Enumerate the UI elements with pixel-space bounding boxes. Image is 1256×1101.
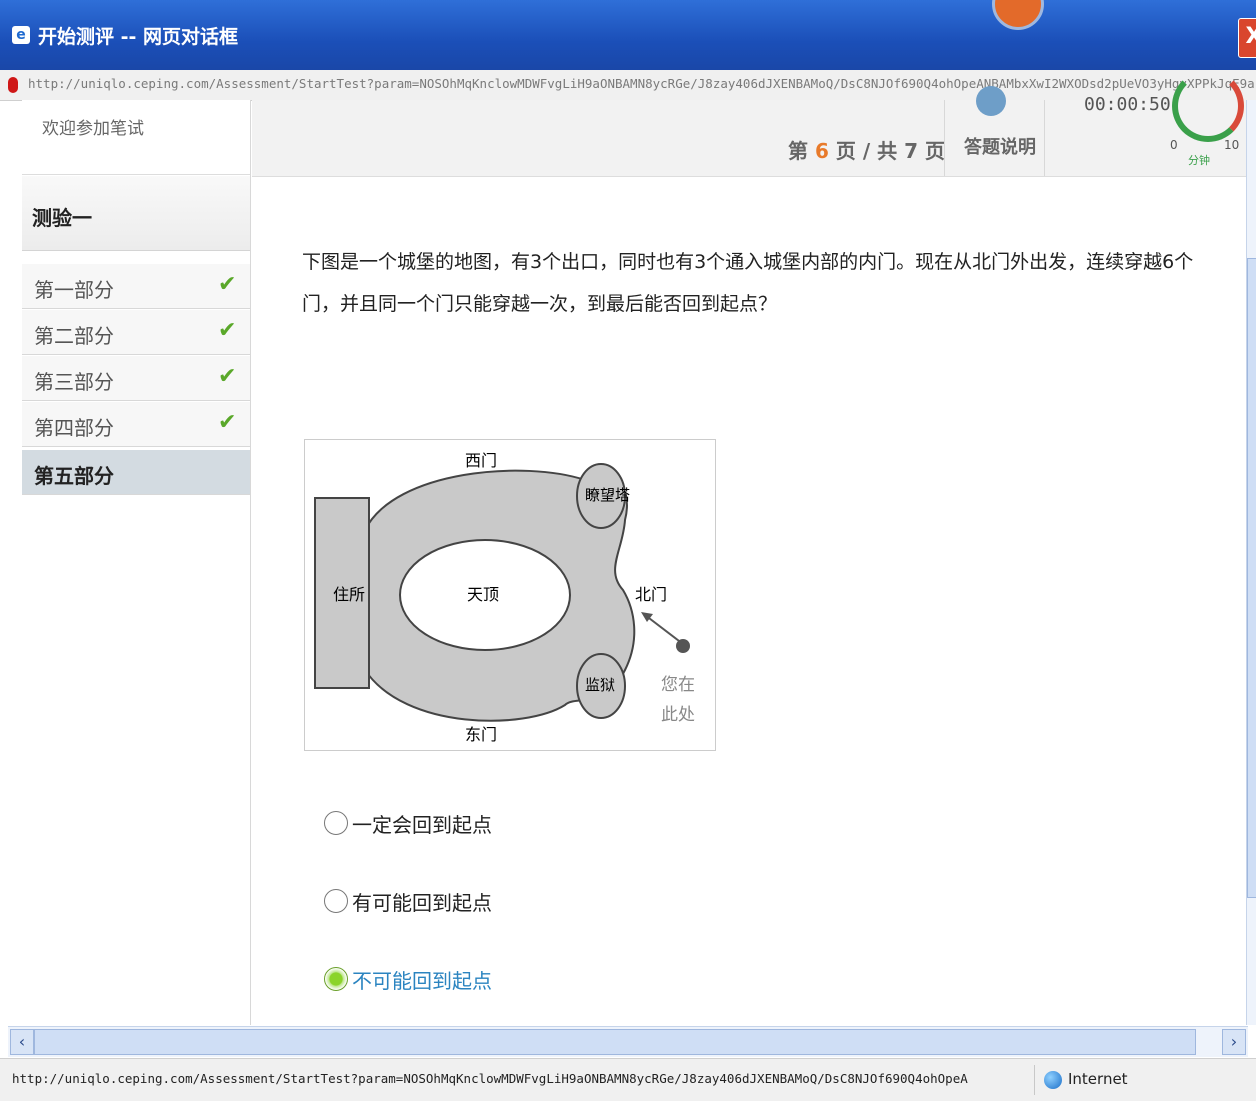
window-titlebar: e 开始测评 -- 网页对话框 X bbox=[0, 0, 1256, 70]
gauge-min: 0 bbox=[1170, 138, 1178, 152]
checkmark-icon: ✔ bbox=[218, 272, 237, 297]
status-url: http://uniqlo.ceping.com/Assessment/Star… bbox=[12, 1071, 968, 1086]
security-zone: Internet bbox=[1068, 1070, 1128, 1088]
test-title: 测验一 bbox=[32, 206, 92, 230]
option-label[interactable]: 不可能回到起点 bbox=[352, 965, 492, 994]
prison-label: 监狱 bbox=[585, 676, 615, 694]
sidebar-item-part-3[interactable]: 第三部分 ✔ bbox=[22, 356, 250, 401]
castle-map-figure: 西门 东门 北门 瞭望塔 住所 天顶 监狱 您在 此处 bbox=[314, 451, 695, 744]
courtyard-label: 天顶 bbox=[467, 585, 499, 604]
sidebar-item-part-2[interactable]: 第二部分 ✔ bbox=[22, 310, 250, 355]
radio-button-selected[interactable] bbox=[324, 967, 348, 991]
page-indicator: 第 6 页 / 共 7 页 bbox=[788, 135, 945, 164]
east-gate-label: 东门 bbox=[465, 725, 497, 744]
timer-gauge-icon bbox=[1172, 70, 1244, 142]
gauge-max: 10 bbox=[1224, 138, 1240, 152]
page-total: 7 bbox=[904, 139, 918, 163]
tower-label: 瞭望塔 bbox=[585, 486, 630, 504]
address-url[interactable]: http://uniqlo.ceping.com/Assessment/Star… bbox=[28, 76, 1254, 91]
test-title-panel: 测验一 bbox=[22, 176, 250, 251]
page-header: 第 6 页 / 共 7 页 答题说明 00:00:50 0 10 分钟 bbox=[252, 70, 1246, 177]
sidebar-item-label: 第一部分 bbox=[34, 278, 114, 302]
radio-button[interactable] bbox=[324, 811, 348, 835]
radio-button[interactable] bbox=[324, 889, 348, 913]
question-text: 下图是一个城堡的地图，有3个出口，同时也有3个通入城堡内部的内门。现在从北门外出… bbox=[302, 251, 1194, 315]
scroll-thumb[interactable] bbox=[34, 1029, 1196, 1055]
scroll-left-icon[interactable]: ‹ bbox=[10, 1029, 34, 1055]
gauge-unit: 分钟 bbox=[1188, 154, 1210, 167]
address-bar: http://uniqlo.ceping.com/Assessment/Star… bbox=[0, 70, 1256, 101]
scroll-right-icon[interactable]: › bbox=[1222, 1029, 1246, 1055]
checkmark-icon: ✔ bbox=[218, 364, 237, 389]
you-are-here-label-2: 此处 bbox=[661, 705, 695, 725]
status-bar: http://uniqlo.ceping.com/Assessment/Star… bbox=[0, 1058, 1256, 1101]
divider bbox=[1044, 100, 1045, 176]
horizontal-scrollbar[interactable]: ‹ › bbox=[8, 1026, 1248, 1057]
ie-icon: e bbox=[12, 26, 30, 44]
notification-badge-icon bbox=[992, 0, 1044, 30]
scroll-thumb[interactable] bbox=[1247, 258, 1256, 898]
welcome-text: 欢迎参加笔试 bbox=[42, 119, 144, 139]
sidebar-item-label: 第四部分 bbox=[34, 416, 114, 440]
timer: 00:00:50 bbox=[1084, 94, 1171, 115]
page-mid: 页 / 共 bbox=[835, 139, 898, 163]
welcome-panel: 欢迎参加笔试 bbox=[22, 100, 250, 175]
sidebar-item-part-5[interactable]: 第五部分 bbox=[22, 450, 250, 495]
page-suffix: 页 bbox=[924, 139, 945, 163]
sidebar-item-label: 第二部分 bbox=[34, 324, 114, 348]
page-current: 6 bbox=[814, 139, 829, 163]
globe-icon bbox=[1044, 1071, 1062, 1089]
help-button[interactable]: 答题说明 bbox=[964, 133, 1036, 159]
castle-map: 西门 东门 北门 瞭望塔 住所 天顶 监狱 您在 此处 bbox=[304, 439, 716, 751]
sidebar: 欢迎参加笔试 测验一 第一部分 ✔ 第二部分 ✔ 第三部分 ✔ 第四部分 ✔ 第… bbox=[22, 100, 251, 1025]
residence-label: 住所 bbox=[333, 585, 365, 604]
option-label[interactable]: 有可能回到起点 bbox=[352, 887, 492, 916]
checkmark-icon: ✔ bbox=[218, 410, 237, 435]
west-gate-label: 西门 bbox=[465, 451, 497, 470]
question-panel: 下图是一个城堡的地图，有3个出口，同时也有3个通入城堡内部的内门。现在从北门外出… bbox=[252, 177, 1246, 1025]
option-label[interactable]: 一定会回到起点 bbox=[352, 809, 492, 838]
vertical-scrollbar[interactable] bbox=[1246, 100, 1256, 1025]
checkmark-icon: ✔ bbox=[218, 318, 237, 343]
page-prefix: 第 bbox=[788, 139, 808, 163]
divider bbox=[1034, 1065, 1035, 1095]
sidebar-item-label: 第三部分 bbox=[34, 370, 114, 394]
security-icon bbox=[8, 77, 18, 93]
you-are-here-label-1: 您在 bbox=[661, 675, 695, 695]
sidebar-item-part-1[interactable]: 第一部分 ✔ bbox=[22, 264, 250, 309]
sidebar-item-label: 第五部分 bbox=[34, 464, 114, 488]
help-icon[interactable] bbox=[976, 86, 1006, 116]
north-gate-label: 北门 bbox=[635, 585, 667, 604]
close-button[interactable]: X bbox=[1238, 18, 1256, 58]
sidebar-item-part-4[interactable]: 第四部分 ✔ bbox=[22, 402, 250, 447]
window-title: 开始测评 -- 网页对话框 bbox=[38, 26, 239, 48]
divider bbox=[944, 100, 945, 176]
